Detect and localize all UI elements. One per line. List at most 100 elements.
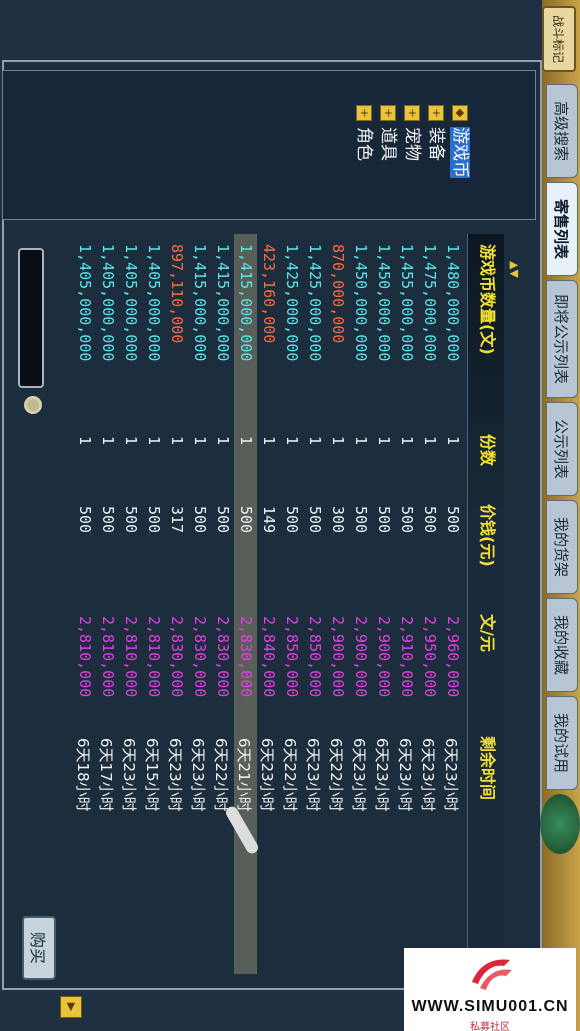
cell-time: 6天23小时 xyxy=(166,738,184,812)
page-arrow-icon[interactable]: ▶ xyxy=(60,996,82,1018)
buy-button[interactable]: 购买 xyxy=(22,916,56,980)
header-amount[interactable]: 游戏币数量(文) xyxy=(470,244,504,355)
magnifier-icon[interactable] xyxy=(24,396,42,414)
cell-time: 6天23小时 xyxy=(442,738,460,812)
cell-amount: 1,415,000,000 xyxy=(237,244,255,362)
cell-rate: 2,900,000 xyxy=(352,616,370,698)
category-item[interactable]: +道具 xyxy=(378,105,403,161)
cell-rate: 2,810,000 xyxy=(145,616,163,698)
cell-rate: 2,830,000 xyxy=(191,616,209,698)
tab-my-trials[interactable]: 我的试用 xyxy=(546,696,578,790)
category-pet[interactable]: +宠物 xyxy=(402,105,427,161)
cell-amount: 423,160,000 xyxy=(260,244,278,344)
cell-amount: 1,405,000,000 xyxy=(145,244,163,362)
table-row[interactable]: 1,450,000,000 1 500 2,900,000 6天23小时 xyxy=(372,234,395,974)
cell-qty: 1 xyxy=(398,436,416,446)
search-input[interactable] xyxy=(18,248,44,388)
expand-icon[interactable]: + xyxy=(428,105,444,121)
header-price[interactable]: 价钱(元) xyxy=(470,504,504,567)
cell-time: 6天23小时 xyxy=(419,738,437,812)
cell-time: 6天22小时 xyxy=(281,738,299,812)
watermark-text: WWW.SIMU001.CN xyxy=(411,998,569,1015)
cell-price: 300 xyxy=(329,506,347,534)
table-row[interactable]: 1,405,000,000 1 500 2,810,000 6天15小时 xyxy=(142,234,165,974)
cell-price: 500 xyxy=(122,506,140,534)
cell-amount: 1,415,000,000 xyxy=(214,244,232,362)
table-row[interactable]: 1,405,000,000 1 500 2,810,000 6天23小时 xyxy=(119,234,142,974)
cell-time: 6天23小时 xyxy=(350,738,368,812)
table-row[interactable]: 1,475,000,000 1 500 2,950,000 6天23小时 xyxy=(418,234,441,974)
cell-amount: 1,475,000,000 xyxy=(421,244,439,362)
cell-rate: 2,910,000 xyxy=(398,616,416,698)
table-row[interactable]: 897,110,000 1 317 2,830,000 6天23小时 xyxy=(165,234,188,974)
cell-price: 500 xyxy=(145,506,163,534)
cell-qty: 1 xyxy=(168,436,186,446)
table-row[interactable]: 1,405,000,000 1 500 2,810,000 6天18小时 xyxy=(73,234,96,974)
table-row[interactable]: 1,455,000,000 1 500 2,910,000 6天23小时 xyxy=(395,234,418,974)
category-character[interactable]: +角色 xyxy=(354,105,379,161)
cell-amount: 1,450,000,000 xyxy=(352,244,370,362)
cell-qty: 1 xyxy=(191,436,209,446)
table-row[interactable]: 1,450,000,000 1 500 2,900,000 6天23小时 xyxy=(349,234,372,974)
header-rate[interactable]: 文/元 xyxy=(470,614,504,652)
table-row[interactable]: 1,480,000,000 1 500 2,960,000 6天23小时 xyxy=(441,234,464,974)
cell-amount: 870,000,000 xyxy=(329,244,347,344)
expand-icon[interactable]: + xyxy=(380,105,396,121)
cell-price: 500 xyxy=(76,506,94,534)
scroll-arrows-icon[interactable]: ▲▼ xyxy=(508,261,521,278)
cell-amount: 1,450,000,000 xyxy=(375,244,393,362)
game-screen: 战斗标记 高级搜索 寄售列表 即将公示列表 公示列表 我的货架 我的收藏 我的试… xyxy=(0,0,580,1031)
cell-time: 6天21小时 xyxy=(235,738,253,812)
header-time[interactable]: 剩余时间 xyxy=(470,736,504,800)
cell-amount: 1,425,000,000 xyxy=(283,244,301,362)
expand-icon[interactable]: + xyxy=(404,105,420,121)
tab-my-shelf[interactable]: 我的货架 xyxy=(546,500,578,594)
table-row[interactable]: 1,415,000,000 1 500 2,830,000 6天22小时 xyxy=(211,234,234,974)
table-row[interactable]: 1,425,000,000 1 500 2,850,000 6天22小时 xyxy=(280,234,303,974)
cell-rate: 2,900,000 xyxy=(375,616,393,698)
cell-qty: 1 xyxy=(421,436,439,446)
cell-qty: 1 xyxy=(352,436,370,446)
cell-qty: 1 xyxy=(444,436,462,446)
cell-amount: 1,480,000,000 xyxy=(444,244,462,362)
cell-rate: 2,850,000 xyxy=(283,616,301,698)
cell-price: 317 xyxy=(168,506,186,534)
category-tree: ◆游戏币 +装备 +宠物 +道具 +角色 ▲▼ xyxy=(2,70,536,278)
category-equipment[interactable]: +装备 xyxy=(426,105,451,161)
cell-amount: 1,415,000,000 xyxy=(191,244,209,362)
table-row[interactable]: 870,000,000 1 300 2,900,000 6天22小时 xyxy=(326,234,349,974)
table-row[interactable]: 1,405,000,000 1 500 2,810,000 6天17小时 xyxy=(96,234,119,974)
tab-advanced-search[interactable]: 高级搜索 xyxy=(546,84,578,178)
cell-price: 500 xyxy=(352,506,370,534)
header-qty[interactable]: 份数 xyxy=(470,434,504,466)
cell-rate: 2,960,000 xyxy=(444,616,462,698)
cell-price: 500 xyxy=(421,506,439,534)
cell-rate: 2,810,000 xyxy=(99,616,117,698)
cell-amount: 897,110,000 xyxy=(168,244,186,344)
cell-rate: 2,900,000 xyxy=(329,616,347,698)
cell-price: 500 xyxy=(283,506,301,534)
cell-price: 500 xyxy=(191,506,209,534)
tab-publicity[interactable]: 公示列表 xyxy=(546,402,578,496)
category-game-currency[interactable]: ◆游戏币 xyxy=(450,105,475,178)
cell-price: 500 xyxy=(214,506,232,534)
cell-rate: 2,850,000 xyxy=(306,616,324,698)
watermark: WWW.SIMU001.CN 私募社区 xyxy=(404,948,576,1031)
side-ornament-icon xyxy=(540,794,580,854)
expand-icon[interactable]: + xyxy=(356,105,372,121)
battle-mark-button[interactable]: 战斗标记 xyxy=(542,6,576,72)
table-row[interactable]: 1,415,000,000 1 500 2,830,000 6天21小时 xyxy=(234,234,257,974)
table-row[interactable]: 1,415,000,000 1 500 2,830,000 6天23小时 xyxy=(188,234,211,974)
tab-upcoming-publicity[interactable]: 即将公示列表 xyxy=(546,280,578,398)
table-row[interactable]: 1,425,000,000 1 500 2,850,000 6天23小时 xyxy=(303,234,326,974)
cell-time: 6天23小时 xyxy=(120,738,138,812)
cell-qty: 1 xyxy=(306,436,324,446)
cell-rate: 2,840,000 xyxy=(260,616,278,698)
cell-qty: 1 xyxy=(145,436,163,446)
cell-price: 149 xyxy=(260,506,278,534)
tab-my-favorites[interactable]: 我的收藏 xyxy=(546,598,578,692)
cell-rate: 2,950,000 xyxy=(421,616,439,698)
cell-time: 6天17小时 xyxy=(97,738,115,812)
tab-consignment-list[interactable]: 寄售列表 xyxy=(546,182,578,276)
table-row[interactable]: 423,160,000 1 149 2,840,000 6天23小时 xyxy=(257,234,280,974)
